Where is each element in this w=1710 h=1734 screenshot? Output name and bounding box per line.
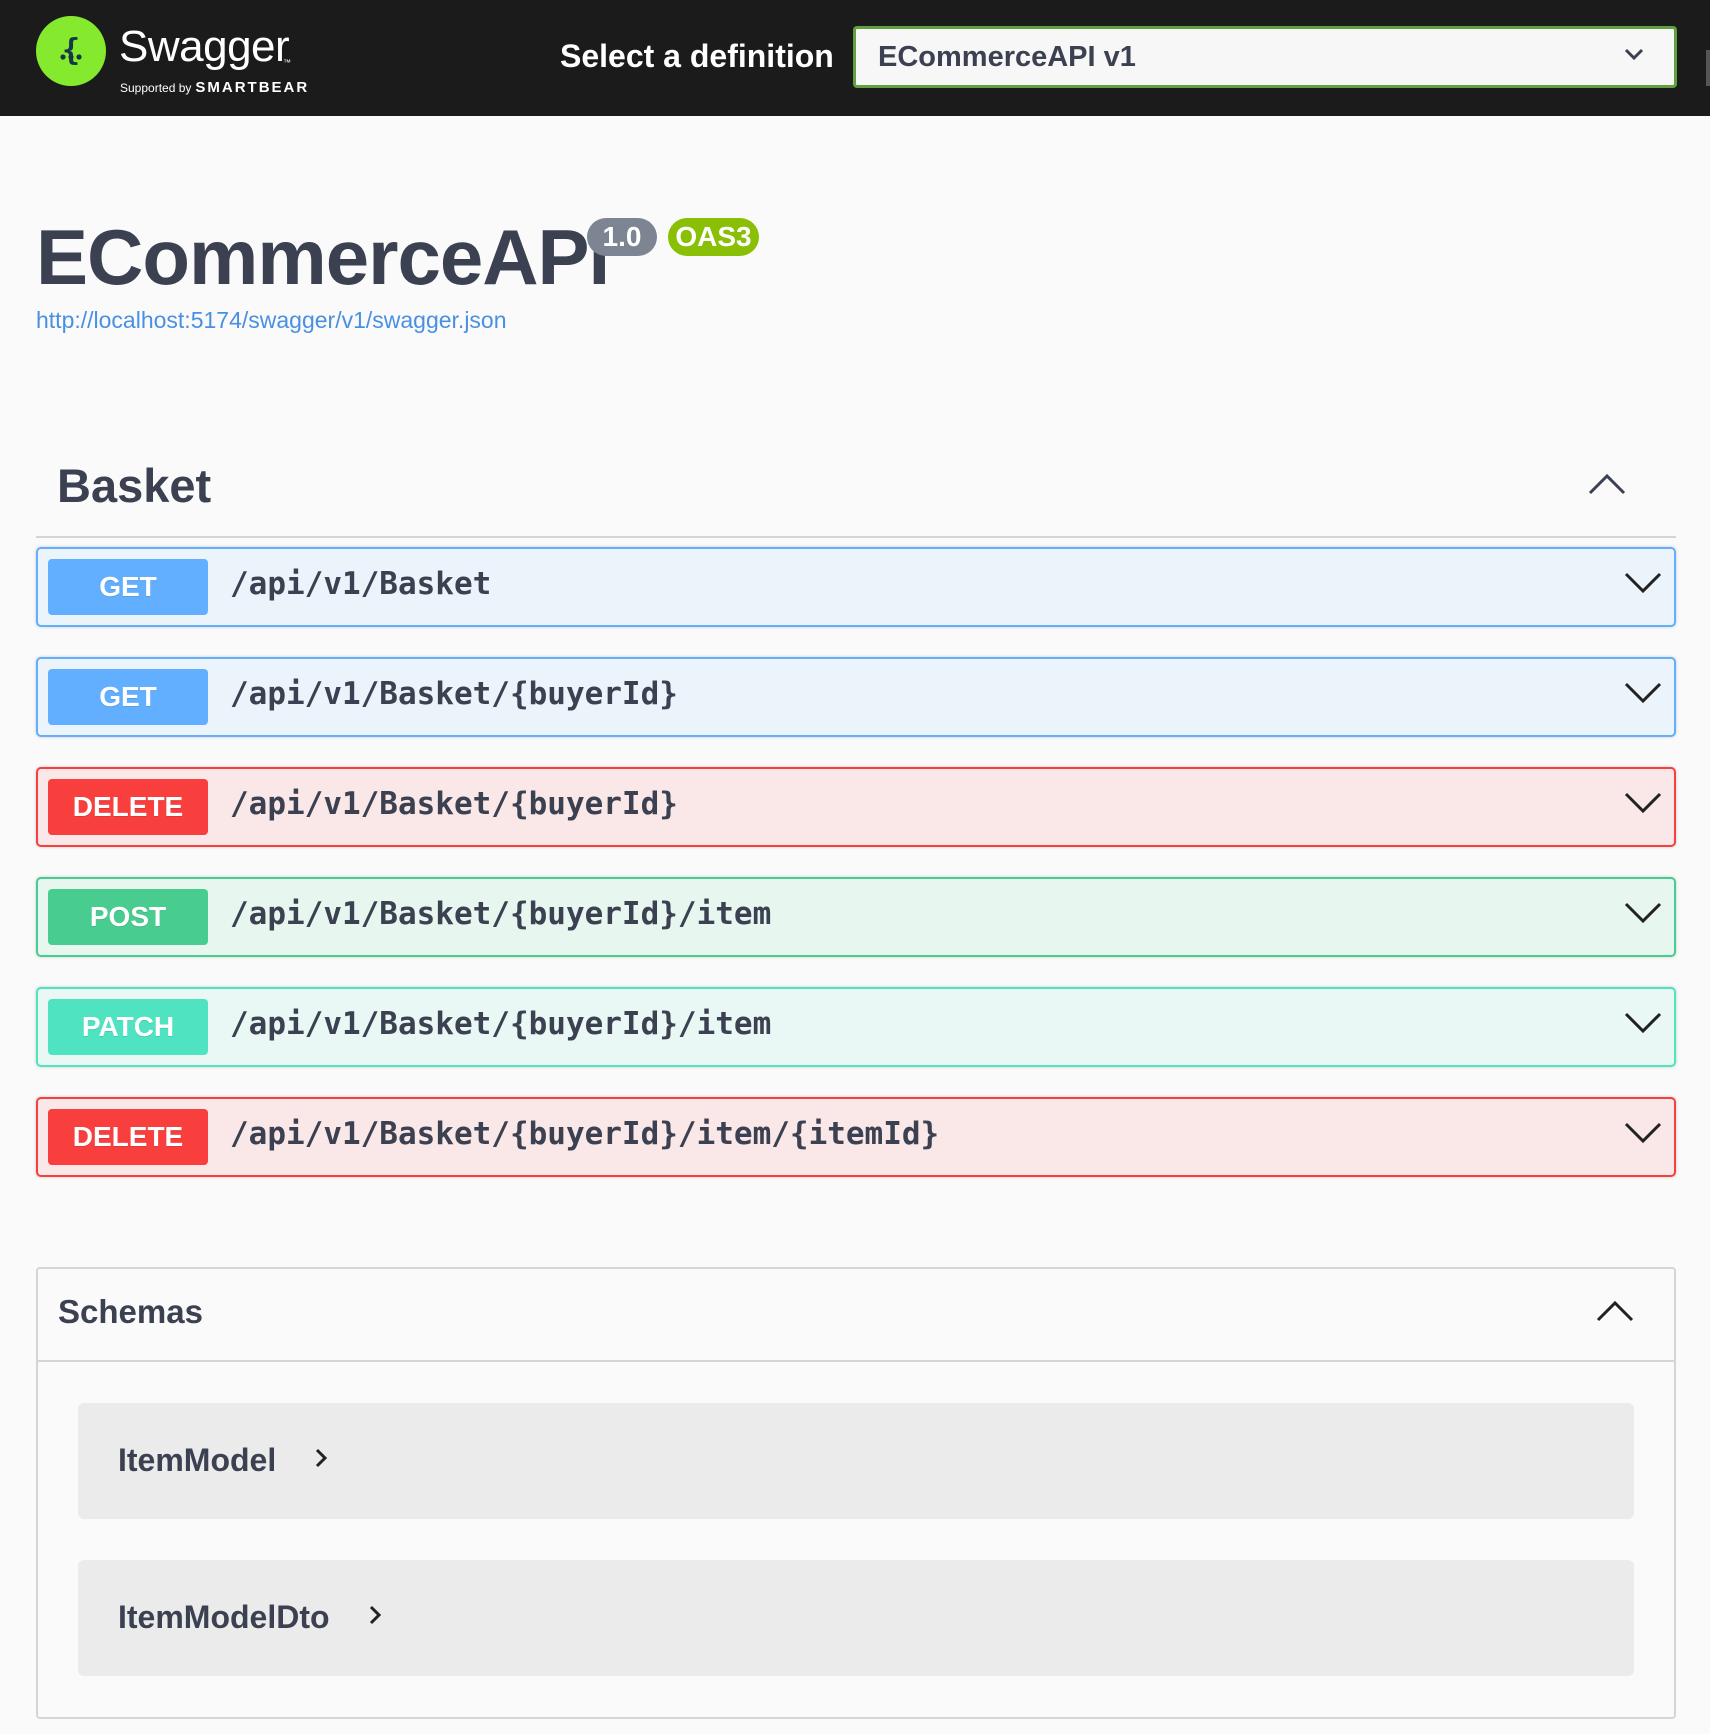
tag-basket-header[interactable]: Basket (36, 440, 1676, 538)
operation-delete-basket-buyer[interactable]: DELETE /api/v1/Basket/{buyerId} (36, 767, 1676, 847)
schemas-title: Schemas (58, 1293, 203, 1330)
supported-by: Supported by SMARTBEAR (120, 79, 309, 96)
operation-get-basket-buyer[interactable]: GET /api/v1/Basket/{buyerId} (36, 657, 1676, 737)
definition-select-value: ECommerceAPI v1 (878, 41, 1136, 73)
scrollbar-edge (1706, 50, 1710, 86)
oas-badge: OAS3 (668, 218, 759, 256)
chevron-down-icon[interactable] (1624, 791, 1662, 815)
chevron-down-icon (1624, 48, 1644, 61)
model-item-itemmodeldto[interactable]: ItemModelDto (78, 1560, 1634, 1676)
chevron-up-icon[interactable] (1588, 472, 1626, 496)
operation-get-basket[interactable]: GET /api/v1/Basket (36, 547, 1676, 627)
method-badge: GET (48, 559, 208, 615)
chevron-down-icon[interactable] (1624, 901, 1662, 925)
chevron-down-icon[interactable] (1624, 681, 1662, 705)
operation-path: /api/v1/Basket/{buyerId}/item (230, 896, 772, 932)
api-title: ECommerceAPI (36, 213, 610, 301)
operation-path: /api/v1/Basket/{buyerId}/item/{itemId} (230, 1116, 940, 1152)
operation-patch-basket-item[interactable]: PATCH /api/v1/Basket/{buyerId}/item (36, 987, 1676, 1067)
definition-select[interactable]: ECommerceAPI v1 (853, 26, 1677, 88)
model-item-itemmodel[interactable]: ItemModel (78, 1403, 1634, 1519)
method-badge: DELETE (48, 779, 208, 835)
topbar: { Swagger ™ Supported by SMARTBEAR Select… (0, 0, 1710, 116)
chevron-right-icon[interactable] (314, 1447, 328, 1469)
model-name: ItemModelDto (118, 1599, 330, 1635)
operation-path: /api/v1/Basket/{buyerId} (230, 676, 678, 712)
method-badge: PATCH (48, 999, 208, 1055)
operation-path: /api/v1/Basket (230, 566, 492, 602)
tag-name: Basket (57, 459, 212, 512)
chevron-down-icon[interactable] (1624, 1011, 1662, 1035)
operation-delete-basket-item[interactable]: DELETE /api/v1/Basket/{buyerId}/item/{it… (36, 1097, 1676, 1177)
operation-path: /api/v1/Basket/{buyerId}/item (230, 1006, 772, 1042)
operation-path: /api/v1/Basket/{buyerId} (230, 786, 678, 822)
version-badge: 1.0 (587, 218, 657, 256)
operation-post-basket-item[interactable]: POST /api/v1/Basket/{buyerId}/item (36, 877, 1676, 957)
chevron-up-icon[interactable] (1596, 1299, 1634, 1323)
model-name: ItemModel (118, 1442, 277, 1478)
chevron-right-icon[interactable] (368, 1604, 382, 1626)
method-badge: DELETE (48, 1109, 208, 1165)
swagger-logo[interactable]: { Swagger ™ Supported by SMARTBEAR (36, 16, 326, 100)
method-badge: POST (48, 889, 208, 945)
schemas-header[interactable]: Schemas (38, 1269, 1674, 1362)
chevron-down-icon[interactable] (1624, 1121, 1662, 1145)
brand-name: Swagger (119, 22, 290, 71)
schemas-section: Schemas ItemModel ItemModelDto (36, 1267, 1676, 1719)
brand-trademark: ™ (283, 58, 291, 67)
spec-url-link[interactable]: http://localhost:5174/swagger/v1/swagger… (36, 307, 507, 334)
method-badge: GET (48, 669, 208, 725)
svg-text:{: { (62, 33, 80, 68)
chevron-down-icon[interactable] (1624, 571, 1662, 595)
supported-by-text: Supported by (120, 81, 192, 95)
swagger-braces-icon: { (36, 16, 106, 86)
select-definition-label: Select a definition (560, 38, 834, 74)
sponsor-name: SMARTBEAR (195, 79, 310, 96)
